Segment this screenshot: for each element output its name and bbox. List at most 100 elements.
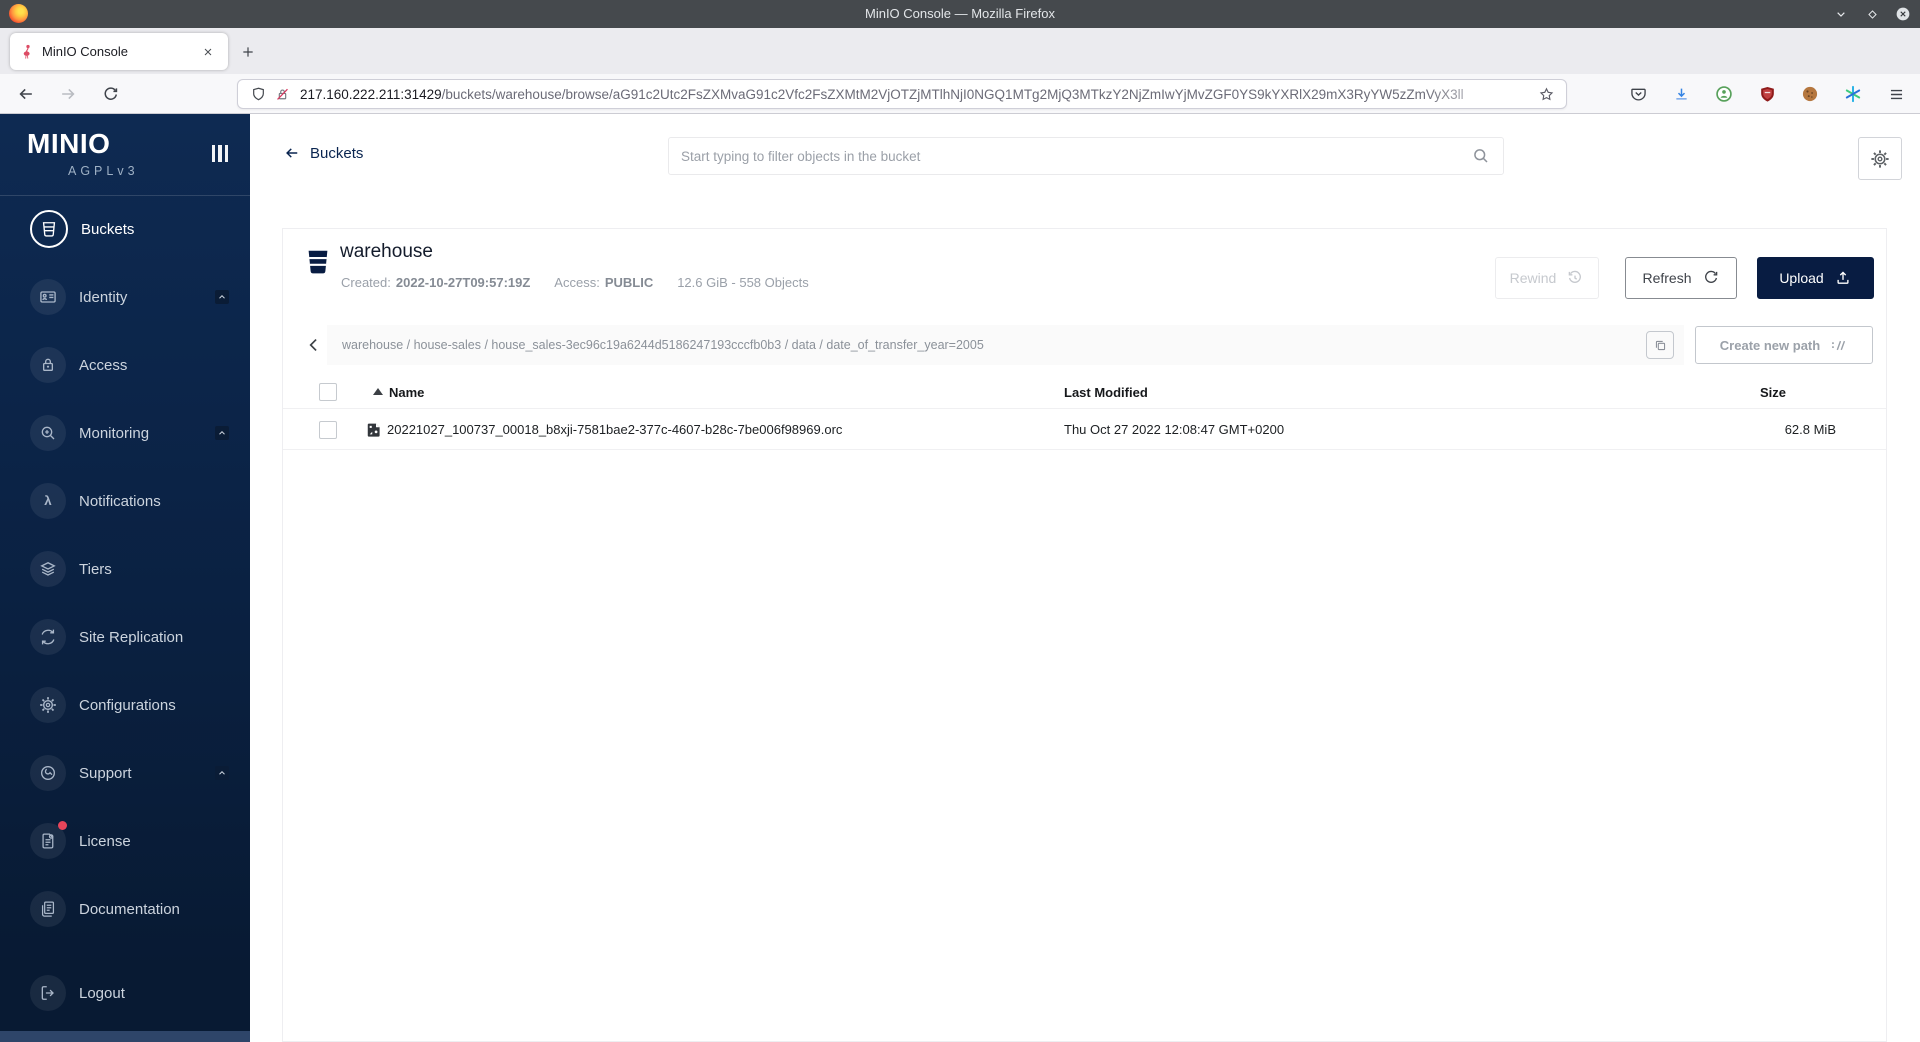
extension-green-icon[interactable] xyxy=(1710,80,1738,108)
url-text: 217.160.222.211:31429/buckets/warehouse/… xyxy=(300,87,1534,102)
table-row[interactable]: 20221027_100737_00018_b8xji-7581bae2-377… xyxy=(283,410,1886,450)
sidebar-item-label: Tiers xyxy=(79,560,112,578)
url-bar[interactable]: 217.160.222.211:31429/buckets/warehouse/… xyxy=(237,79,1567,109)
tab-close-icon[interactable] xyxy=(198,42,218,62)
chevron-up-icon[interactable] xyxy=(215,290,229,304)
search-input[interactable] xyxy=(681,148,1471,164)
breadcrumb-path[interactable]: warehouse / house-sales / house_sales-3e… xyxy=(342,338,1638,352)
layers-icon xyxy=(30,551,66,587)
new-tab-button[interactable] xyxy=(234,38,262,66)
upload-button-label: Upload xyxy=(1779,270,1824,286)
url-path: /buckets/warehouse/browse/aG91c2Utc2FsZX… xyxy=(441,86,1464,102)
object-file-icon xyxy=(366,422,382,438)
create-new-path-button[interactable]: Create new path xyxy=(1695,326,1873,364)
support-wrench-icon xyxy=(30,755,66,791)
window-maximize-icon[interactable] xyxy=(1861,3,1883,25)
sidebar-item-configurations[interactable]: Configurations xyxy=(0,671,250,739)
bucket-browser-card: warehouse Created: 2022-10-27T09:57:19Z Ac… xyxy=(282,228,1887,1042)
window-titlebar: MinIO Console — Mozilla Firefox xyxy=(0,0,1920,28)
window-minimize-icon[interactable] xyxy=(1830,3,1852,25)
sidebar-item-identity[interactable]: Identity xyxy=(0,263,250,331)
bookmark-star-icon[interactable] xyxy=(1534,82,1558,106)
upload-button[interactable]: Upload xyxy=(1757,257,1874,299)
upload-icon xyxy=(1837,271,1849,284)
documentation-pages-icon xyxy=(30,891,66,927)
chevron-up-icon[interactable] xyxy=(215,426,229,440)
select-all-checkbox[interactable] xyxy=(319,383,337,401)
license-document-icon xyxy=(30,821,67,859)
sidebar-item-site-replication[interactable]: Site Replication xyxy=(0,603,250,671)
column-header-size[interactable]: Size xyxy=(1760,379,1786,407)
browser-toolbar: 217.160.222.211:31429/buckets/warehouse/… xyxy=(0,74,1920,114)
gear-icon xyxy=(1871,149,1889,168)
search-icon xyxy=(1471,146,1491,166)
object-filter-searchbox xyxy=(668,137,1504,175)
refresh-button[interactable]: Refresh xyxy=(1625,257,1737,299)
left-arrow-icon xyxy=(286,148,298,158)
license-tag: AGPLv3 xyxy=(68,164,139,178)
logout-icon xyxy=(30,975,66,1011)
tab-minio-console[interactable]: MinIO Console xyxy=(10,33,228,70)
shield-icon[interactable] xyxy=(246,82,270,106)
access-label: Access: xyxy=(554,275,600,290)
ublock-origin-icon[interactable] xyxy=(1753,80,1781,108)
breadcrumb-back-chevron-icon[interactable] xyxy=(301,325,327,365)
sidebar-item-label: Configurations xyxy=(79,696,176,714)
magnifier-plus-icon xyxy=(30,415,66,451)
downloads-icon[interactable] xyxy=(1667,80,1695,108)
browser-tabbar: MinIO Console xyxy=(0,28,1920,74)
forward-icon[interactable] xyxy=(54,80,82,108)
sidebar-item-monitoring[interactable]: Monitoring xyxy=(0,399,250,467)
sidebar-item-label: Monitoring xyxy=(79,424,150,442)
create-new-path-label: Create new path xyxy=(1719,337,1821,353)
bucket-meta: Created: 2022-10-27T09:57:19Z Access: PUBLI… xyxy=(341,275,809,290)
access-value: PUBLIC xyxy=(604,275,654,290)
bucket-name: warehouse xyxy=(340,241,433,262)
path-slashes-icon xyxy=(1832,340,1846,350)
reload-icon[interactable] xyxy=(96,80,124,108)
sidebar-item-notifications[interactable]: λ Notifications xyxy=(0,467,250,535)
sidebar-item-label: Documentation xyxy=(79,900,180,918)
url-host: 217.160.222.211:31429 xyxy=(300,86,442,102)
column-header-name[interactable]: Name xyxy=(389,379,424,407)
back-to-buckets-link[interactable]: Buckets xyxy=(283,144,363,162)
bucket-settings-button[interactable] xyxy=(1858,137,1902,180)
copy-icon xyxy=(1655,340,1665,350)
insecure-lock-icon[interactable] xyxy=(270,82,294,106)
sidebar-item-tiers[interactable]: Tiers xyxy=(0,535,250,603)
rewind-button[interactable]: Rewind xyxy=(1495,257,1599,299)
rewind-clock-icon xyxy=(1569,270,1582,283)
sidebar-item-documentation[interactable]: Documentation xyxy=(0,875,250,943)
sidebar-bottom-strip xyxy=(0,1031,250,1042)
back-icon[interactable] xyxy=(12,80,40,108)
back-label: Buckets xyxy=(310,144,364,162)
pocket-icon[interactable] xyxy=(1624,80,1652,108)
objects-table-header: Name Last Modified Size xyxy=(283,379,1886,409)
sidebar-item-access[interactable]: Access xyxy=(0,331,250,399)
sort-ascending-icon[interactable] xyxy=(373,388,383,395)
main-content: Buckets warehouse Created: 2022-10-27T09:… xyxy=(250,114,1920,1042)
created-label: Created: xyxy=(341,275,391,290)
bucket-icon xyxy=(303,247,333,277)
sidebar-item-license[interactable]: License xyxy=(0,807,250,875)
column-header-last-modified[interactable]: Last Modified xyxy=(1064,379,1148,407)
copy-path-button[interactable] xyxy=(1646,331,1674,359)
sidebar-item-buckets[interactable]: Buckets xyxy=(0,195,250,263)
object-name: 20221027_100737_00018_b8xji-7581bae2-377… xyxy=(387,422,843,437)
sync-arrows-icon xyxy=(30,619,66,655)
sidebar-item-label: Notifications xyxy=(79,492,161,510)
identity-card-icon xyxy=(30,279,66,315)
cookie-icon[interactable] xyxy=(1796,80,1824,108)
sidebar-item-label: Access xyxy=(79,356,128,374)
sidebar-item-label: Identity xyxy=(79,288,128,306)
menu-hamburger-icon[interactable] xyxy=(1882,80,1910,108)
sidebar-item-logout[interactable]: Logout xyxy=(0,959,250,1027)
sidebar: MINIO AGPLv3 Buckets Identity Access Mon… xyxy=(0,114,250,1042)
sidebar-collapse-icon[interactable] xyxy=(211,145,228,162)
asterisk-extension-icon[interactable] xyxy=(1839,80,1867,108)
row-checkbox[interactable] xyxy=(319,421,337,439)
sidebar-item-support[interactable]: Support xyxy=(0,739,250,807)
breadcrumb-row: warehouse / house-sales / house_sales-3e… xyxy=(301,325,1684,365)
chevron-up-icon[interactable] xyxy=(215,766,229,780)
window-close-icon[interactable] xyxy=(1892,3,1914,25)
